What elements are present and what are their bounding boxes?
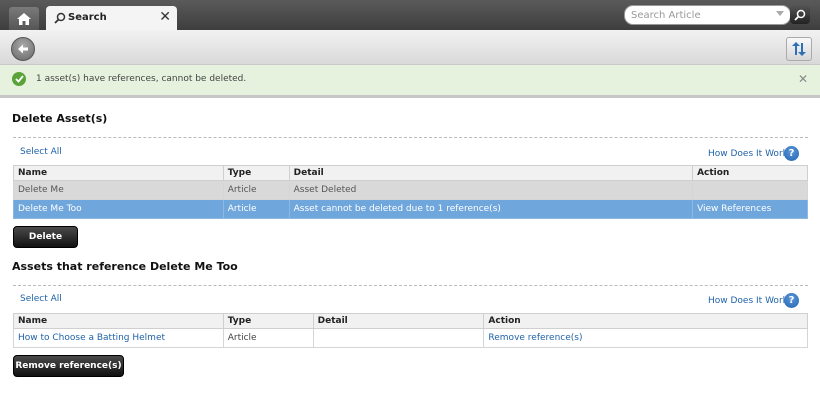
cell-name: Delete Me Too [13, 199, 224, 219]
sync-icon [792, 42, 806, 56]
column-header[interactable]: Detail [288, 165, 694, 181]
check-icon [12, 72, 26, 86]
how-does-it-work-link[interactable]: How Does It Work? [708, 296, 793, 306]
chevron-down-icon[interactable] [776, 11, 784, 16]
home-icon [17, 12, 31, 25]
toolbar [0, 30, 820, 65]
table-row-selected[interactable]: Delete Me Too Article Asset cannot be de… [13, 199, 808, 219]
cell-type: Article [222, 199, 290, 219]
table-row[interactable]: Delete Me Article Asset Deleted [13, 180, 808, 200]
divider [13, 285, 808, 286]
select-all-link[interactable]: Select All [20, 147, 62, 157]
search-button[interactable] [790, 5, 810, 24]
divider [13, 137, 808, 138]
table-header: Name Type Detail Action [13, 165, 808, 181]
asset-name-link[interactable]: How to Choose a Batting Helmet [13, 328, 224, 348]
table-header: Name Type Detail Action [13, 313, 808, 329]
cell-type: Article [222, 180, 290, 200]
delete-button[interactable]: Delete [13, 226, 78, 248]
cell-name: Delete Me [13, 180, 224, 200]
search-icon [794, 9, 806, 21]
column-header[interactable]: Action [692, 165, 808, 181]
sync-button[interactable] [786, 37, 812, 61]
select-all-link[interactable]: Select All [20, 294, 62, 304]
cell-type: Article [222, 328, 314, 348]
table-row[interactable]: How to Choose a Batting Helmet Article R… [13, 328, 808, 348]
section-title: Assets that reference Delete Me Too [12, 260, 238, 273]
notification-text: 1 asset(s) have references, cannot be de… [36, 74, 247, 84]
cell-action [692, 180, 808, 200]
column-header[interactable]: Name [13, 165, 224, 181]
search-field [624, 5, 791, 25]
tab-label: Search [68, 12, 107, 23]
view-references-link[interactable]: View References [692, 199, 808, 219]
remove-reference-link[interactable]: Remove reference(s) [483, 328, 808, 348]
remove-references-button[interactable]: Remove reference(s) [13, 355, 124, 377]
success-notification: 1 asset(s) have references, cannot be de… [0, 65, 820, 98]
column-header[interactable]: Detail [312, 313, 485, 329]
column-header[interactable]: Action [483, 313, 808, 329]
top-bar: Search ✕ [0, 0, 820, 30]
referencing-assets-table: Name Type Detail Action How to Choose a … [13, 313, 808, 348]
cell-detail: Asset cannot be deleted due to 1 referen… [288, 199, 694, 219]
home-button[interactable] [9, 7, 39, 30]
column-header[interactable]: Name [13, 313, 224, 329]
search-icon [54, 12, 66, 24]
back-button[interactable] [11, 37, 35, 61]
search-input[interactable] [631, 7, 769, 23]
column-header[interactable]: Type [222, 165, 290, 181]
section-title: Delete Asset(s) [12, 112, 108, 125]
cell-detail: Asset Deleted [288, 180, 694, 200]
cell-detail [312, 328, 485, 348]
tab-search[interactable]: Search ✕ [46, 6, 177, 30]
column-header[interactable]: Type [222, 313, 314, 329]
help-icon[interactable]: ? [784, 146, 799, 161]
close-icon[interactable]: ✕ [798, 72, 808, 86]
back-arrow-icon [18, 44, 28, 54]
delete-assets-table: Name Type Detail Action Delete Me Articl… [13, 165, 808, 219]
how-does-it-work-link[interactable]: How Does It Work? [708, 149, 793, 159]
help-icon[interactable]: ? [784, 293, 799, 308]
close-icon[interactable]: ✕ [159, 9, 171, 25]
